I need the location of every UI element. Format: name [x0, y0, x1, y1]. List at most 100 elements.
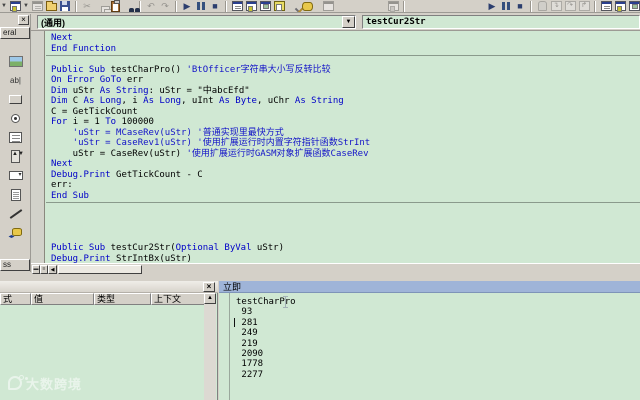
- redo-button[interactable]: ↷: [159, 0, 171, 12]
- code-line: Public Sub testCharPro() 'BtOfficer字符串大小…: [51, 64, 331, 75]
- paste-button[interactable]: [109, 0, 121, 12]
- code-editor[interactable]: Next End Function Public Sub testCharPro(…: [31, 31, 640, 263]
- save-project-button: [60, 1, 70, 11]
- data-view-button: [301, 1, 313, 11]
- add-form-button[interactable]: [9, 0, 21, 12]
- properties-window-button[interactable]: [245, 0, 257, 12]
- toolbox-close-button[interactable]: ×: [18, 15, 29, 25]
- paste-button: [110, 0, 120, 12]
- toolbox-tab-general[interactable]: eral: [0, 27, 30, 39]
- debug-break-button[interactable]: [500, 0, 512, 12]
- step-over-button: ↷: [564, 1, 576, 11]
- toolbox-panel: × eral ab| ▲▼ ▾ ss: [0, 14, 31, 272]
- step-into-button[interactable]: ↴: [550, 0, 562, 12]
- watch-vscrollbar[interactable]: ▲: [204, 293, 216, 400]
- watch-titlebar[interactable]: ×: [0, 281, 218, 293]
- full-module-view-button[interactable]: ≡: [40, 265, 48, 274]
- code-line: Next: [51, 159, 73, 169]
- hscroll-thumb[interactable]: [58, 265, 142, 274]
- open-project-button[interactable]: [45, 0, 57, 12]
- object-browser-button[interactable]: [273, 0, 285, 12]
- add-form-caret-icon[interactable]: ▼: [23, 0, 29, 12]
- chevron-down-icon[interactable]: ▼: [342, 16, 355, 28]
- toolbar-separator: [225, 0, 227, 12]
- undo-button[interactable]: ↶: [145, 0, 157, 12]
- line-icon: [9, 208, 22, 219]
- scroll-up-icon[interactable]: ▲: [204, 293, 216, 304]
- line-tool[interactable]: [0, 204, 30, 223]
- watch-window-button[interactable]: [628, 0, 640, 12]
- drivelistbox-tool[interactable]: ▾: [0, 166, 30, 185]
- watch-list-area[interactable]: [0, 305, 204, 400]
- toolbox-tab-bottom[interactable]: ss: [0, 259, 30, 271]
- debug-start-button[interactable]: ▶: [486, 0, 498, 12]
- menu-editor-button[interactable]: [31, 0, 43, 12]
- immediate-window-button[interactable]: [614, 0, 626, 12]
- code-line: Dim C As Long, i As Long, uInt As Byte, …: [51, 96, 344, 106]
- immediate-output-area[interactable]: testCharPro 93 281 249 219 2090 1778 227…: [219, 293, 640, 400]
- start-button[interactable]: ▶: [181, 0, 193, 12]
- code-line: End Function: [51, 43, 117, 54]
- save-project-button[interactable]: [59, 0, 71, 12]
- code-line: Debug.Print StrIntBx(uStr): [51, 253, 192, 264]
- toolbar-separator: [175, 0, 177, 12]
- step-over-button[interactable]: ↷: [564, 0, 576, 12]
- procedure-view-button[interactable]: ▬: [32, 265, 40, 274]
- step-into-button: ↴: [550, 1, 562, 11]
- immediate-window: 立即 testCharPro 93 281 249 219 2090 1778 …: [219, 281, 640, 400]
- code-line: C = GetTickCount: [51, 106, 138, 117]
- code-line: On Error GoTo err: [51, 75, 144, 85]
- locals-window-button[interactable]: [600, 0, 612, 12]
- optionbutton-tool[interactable]: [0, 109, 30, 128]
- form-layout-button[interactable]: [259, 0, 271, 12]
- open-project-button: [45, 1, 57, 11]
- vscrollbar-tool[interactable]: ▲▼: [0, 147, 30, 166]
- break-button[interactable]: [195, 0, 207, 12]
- project-explorer-button[interactable]: [231, 0, 243, 12]
- properties-window-button: [245, 1, 257, 12]
- code-line: err:: [51, 180, 73, 190]
- copy-button[interactable]: [95, 0, 113, 12]
- code-window: (通用) ▼ testCur2Str Next End Function Publ…: [31, 14, 640, 274]
- find-button[interactable]: [123, 0, 135, 12]
- cut-button[interactable]: ✂: [81, 0, 93, 12]
- commandbutton-icon: [9, 95, 22, 104]
- locals-window-button: [600, 1, 612, 11]
- code-line: 'uStr = CaseRev1(uStr) '使用扩展运行时内置字符指针函数S…: [51, 138, 371, 148]
- data-control-tool[interactable]: [0, 223, 30, 242]
- menu-editor-button: [31, 1, 43, 11]
- toolbar-overflow-caret-icon[interactable]: ▼: [1, 0, 7, 12]
- object-dropdown[interactable]: (通用) ▼: [37, 15, 356, 29]
- alignment-grayed-button[interactable]: [387, 0, 399, 12]
- procedure-dropdown[interactable]: testCur2Str: [362, 15, 640, 29]
- watch-column-header: 上下文: [151, 293, 205, 305]
- watch-close-button[interactable]: ×: [203, 282, 215, 292]
- code-hscrollbar[interactable]: ▬ ≡ ◀: [31, 263, 640, 274]
- toolbar-separator: [403, 0, 405, 12]
- picturebox-tool[interactable]: [0, 52, 30, 71]
- component-grayed-button[interactable]: [322, 0, 334, 12]
- component-grayed-button: [322, 1, 334, 11]
- immediate-line: 93: [236, 307, 253, 318]
- end-button[interactable]: ■: [209, 0, 221, 12]
- commandbutton-tool[interactable]: [0, 90, 30, 109]
- hscroll-left-icon[interactable]: ◀: [48, 265, 57, 274]
- immediate-window-button: [614, 1, 626, 12]
- code-margin-bar[interactable]: [31, 31, 45, 263]
- data-view-button[interactable]: [301, 0, 313, 12]
- filelistbox-tool[interactable]: [0, 185, 30, 204]
- pointer-hand-button[interactable]: [536, 0, 548, 12]
- form-layout-button: [259, 1, 271, 11]
- toolbox-button[interactable]: [287, 0, 299, 12]
- step-out-button[interactable]: ↱: [578, 0, 590, 12]
- listbox-tool[interactable]: [0, 128, 30, 147]
- immediate-line: 2090: [236, 348, 264, 359]
- ibeam-cursor: [282, 296, 289, 308]
- textbox-tool[interactable]: ab|: [0, 71, 30, 90]
- debug-end-button[interactable]: ■: [514, 0, 526, 12]
- immediate-titlebar[interactable]: 立即: [219, 281, 640, 293]
